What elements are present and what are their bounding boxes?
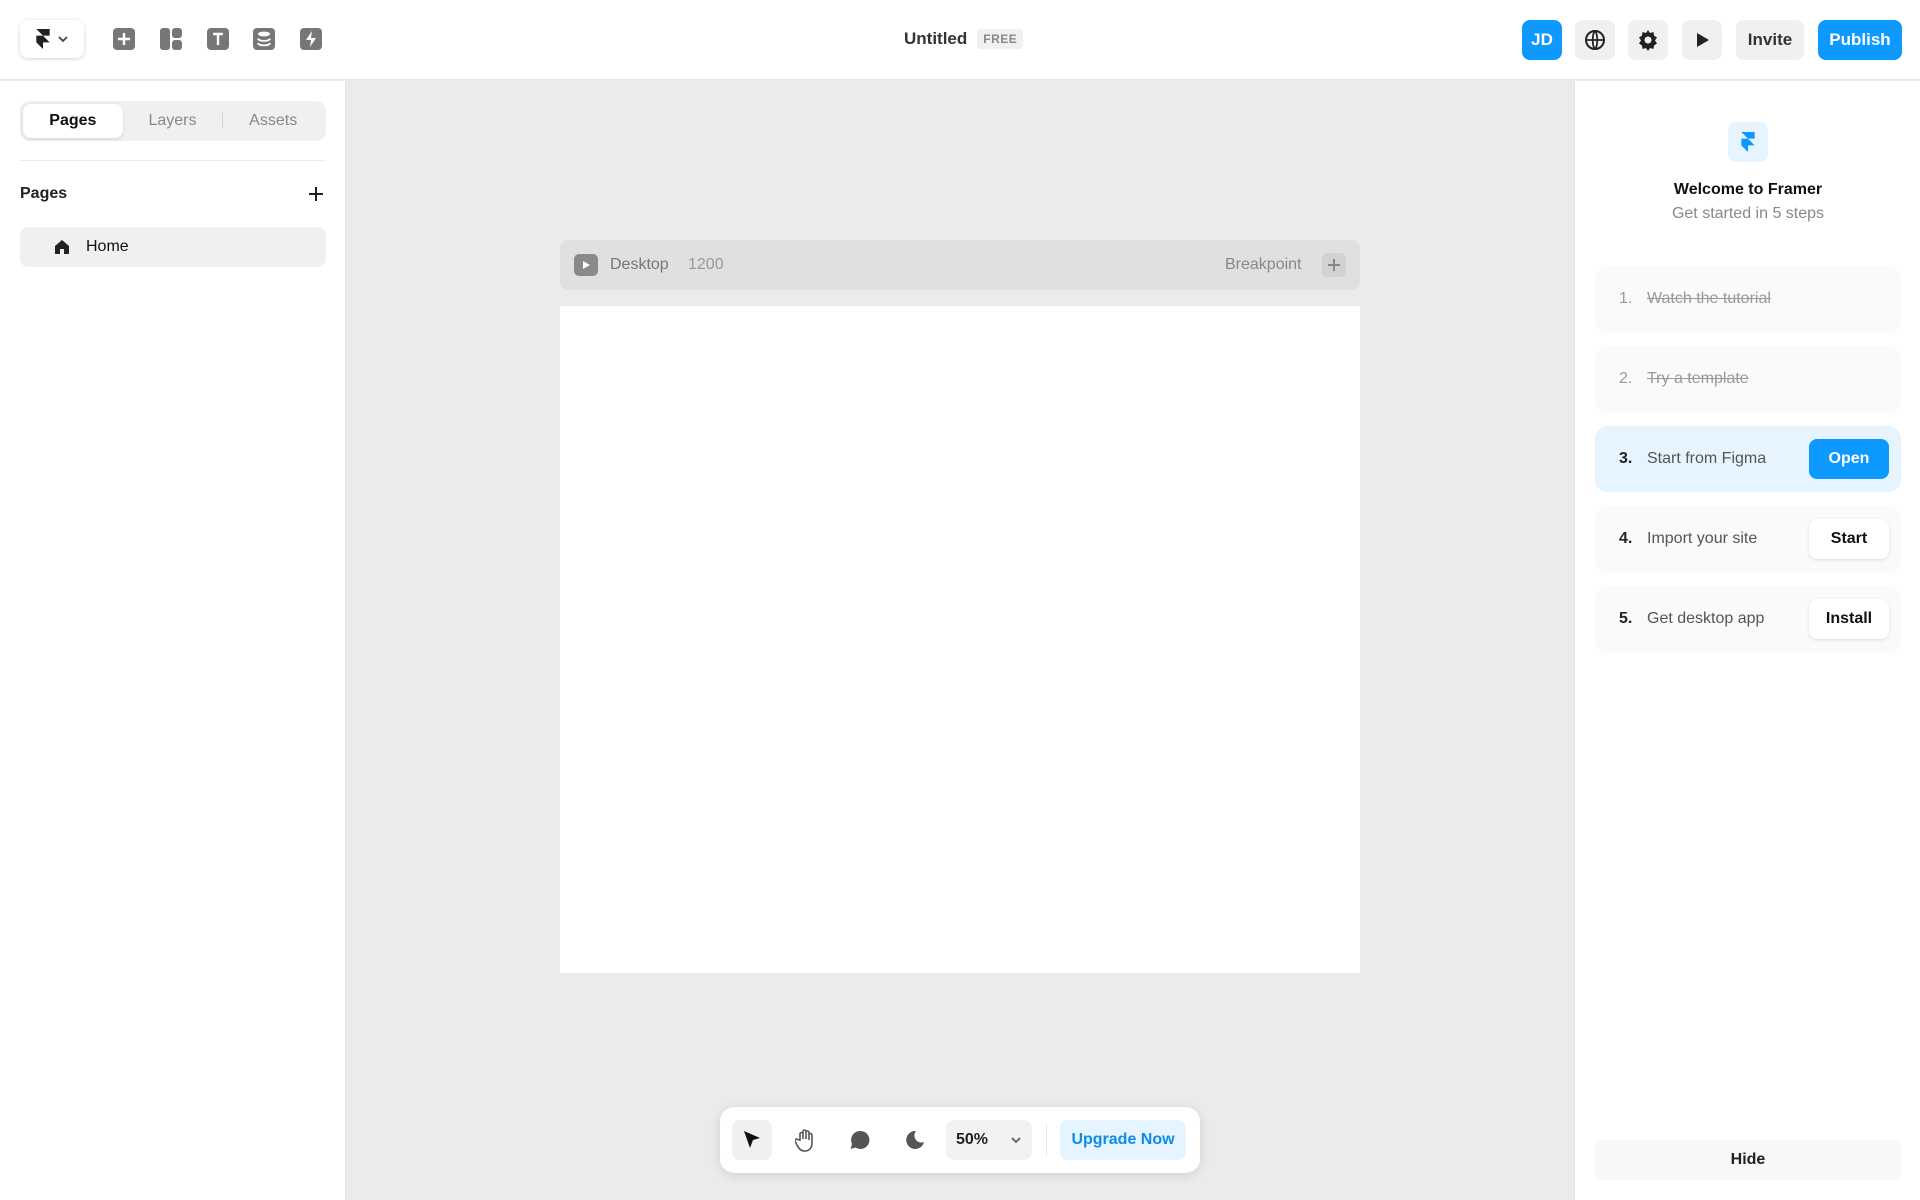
add-breakpoint-button[interactable] bbox=[1322, 253, 1346, 277]
plus-icon bbox=[1328, 259, 1340, 271]
onboarding-step: 5. Get desktop app Install bbox=[1595, 586, 1901, 652]
tab-assets[interactable]: Assets bbox=[223, 104, 323, 138]
dark-mode-toggle[interactable] bbox=[894, 1120, 934, 1160]
breakpoint-name[interactable]: Desktop bbox=[610, 256, 669, 274]
step-label: Start from Figma bbox=[1647, 450, 1767, 467]
step-number: 3. bbox=[1619, 450, 1633, 467]
chevron-down-icon bbox=[58, 36, 68, 43]
onboarding-step[interactable]: 1. Watch the tutorial bbox=[1595, 266, 1901, 332]
panel-tabs: Pages Layers Assets bbox=[20, 101, 326, 141]
onboarding-step[interactable]: 2. Try a template bbox=[1595, 346, 1901, 412]
step-label: Get desktop app bbox=[1647, 610, 1765, 627]
tab-layers[interactable]: Layers bbox=[123, 104, 223, 138]
breakpoint-bar: Desktop 1200 Breakpoint bbox=[560, 240, 1360, 290]
hand-tool[interactable] bbox=[786, 1120, 826, 1160]
add-breakpoint-label[interactable]: Breakpoint bbox=[1225, 256, 1302, 274]
install-desktop-button[interactable]: Install bbox=[1809, 599, 1889, 639]
project-title[interactable]: Untitled bbox=[904, 29, 967, 49]
tab-pages[interactable]: Pages bbox=[23, 104, 123, 138]
breakpoint-width: 1200 bbox=[688, 256, 724, 273]
comment-tool[interactable] bbox=[840, 1120, 880, 1160]
pages-section-title: Pages bbox=[20, 185, 68, 202]
chevron-down-icon bbox=[1011, 1137, 1021, 1144]
open-figma-button[interactable]: Open bbox=[1809, 439, 1889, 479]
divider bbox=[20, 160, 326, 161]
comment-icon bbox=[850, 1130, 870, 1149]
invite-button[interactable]: Invite bbox=[1736, 20, 1804, 60]
add-page-button[interactable] bbox=[304, 182, 328, 206]
upgrade-now-button[interactable]: Upgrade Now bbox=[1060, 1120, 1186, 1160]
step-label: Try a template bbox=[1647, 370, 1749, 387]
zoom-value: 50% bbox=[956, 1131, 989, 1148]
globe-icon bbox=[1585, 30, 1605, 50]
hand-icon bbox=[795, 1129, 813, 1152]
bottom-toolbar: 50% Upgrade Now bbox=[720, 1107, 1200, 1173]
publish-button[interactable]: Publish bbox=[1818, 20, 1902, 60]
cms-icon[interactable] bbox=[252, 27, 276, 51]
home-icon bbox=[55, 240, 69, 254]
site-settings-globe-button[interactable] bbox=[1575, 20, 1615, 60]
step-number: 5. bbox=[1619, 610, 1633, 627]
preview-breakpoint-button[interactable] bbox=[574, 254, 598, 276]
left-panel: Pages Layers Assets Pages Home bbox=[0, 81, 346, 1200]
play-icon bbox=[1697, 33, 1709, 47]
select-tool[interactable] bbox=[732, 1120, 772, 1160]
step-label: Import your site bbox=[1647, 530, 1758, 547]
framer-logo-icon bbox=[36, 29, 50, 49]
text-icon[interactable] bbox=[206, 27, 230, 51]
desktop-frame[interactable] bbox=[560, 306, 1360, 973]
welcome-title: Welcome to Framer bbox=[1673, 181, 1823, 198]
step-label: Watch the tutorial bbox=[1647, 290, 1771, 307]
gear-icon bbox=[1639, 30, 1657, 51]
step-number: 4. bbox=[1619, 530, 1633, 547]
onboarding-step: 4. Import your site Start bbox=[1595, 506, 1901, 572]
framer-logo-icon bbox=[1728, 122, 1768, 162]
framer-menu-button[interactable] bbox=[20, 20, 84, 58]
moon-icon bbox=[906, 1130, 924, 1149]
settings-button[interactable] bbox=[1628, 20, 1668, 60]
toolbar-divider bbox=[1046, 1124, 1047, 1156]
page-item-home[interactable]: Home bbox=[20, 227, 326, 267]
right-panel: Welcome to Framer Get started in 5 steps… bbox=[1574, 81, 1920, 1200]
top-toolbar: Untitled FREE JD Invite Publish bbox=[0, 0, 1920, 80]
play-icon bbox=[583, 261, 590, 269]
interactions-icon[interactable] bbox=[299, 27, 323, 51]
plan-badge: FREE bbox=[977, 29, 1024, 49]
insert-icon[interactable] bbox=[112, 27, 136, 51]
page-item-label: Home bbox=[86, 238, 129, 255]
user-avatar[interactable]: JD bbox=[1522, 20, 1562, 60]
import-site-button[interactable]: Start bbox=[1809, 519, 1889, 559]
onboarding-step: 3. Start from Figma Open bbox=[1595, 426, 1901, 492]
zoom-select[interactable]: 50% bbox=[946, 1120, 1032, 1160]
plus-icon bbox=[309, 187, 323, 201]
welcome-subtitle: Get started in 5 steps bbox=[1671, 205, 1825, 222]
hide-onboarding-button[interactable]: Hide bbox=[1595, 1140, 1901, 1180]
step-number: 2. bbox=[1619, 370, 1633, 387]
step-number: 1. bbox=[1619, 290, 1633, 307]
document-title[interactable]: Untitled FREE bbox=[904, 29, 1024, 49]
layout-icon[interactable] bbox=[159, 27, 183, 51]
preview-button[interactable] bbox=[1682, 20, 1722, 60]
cursor-icon bbox=[744, 1131, 760, 1148]
